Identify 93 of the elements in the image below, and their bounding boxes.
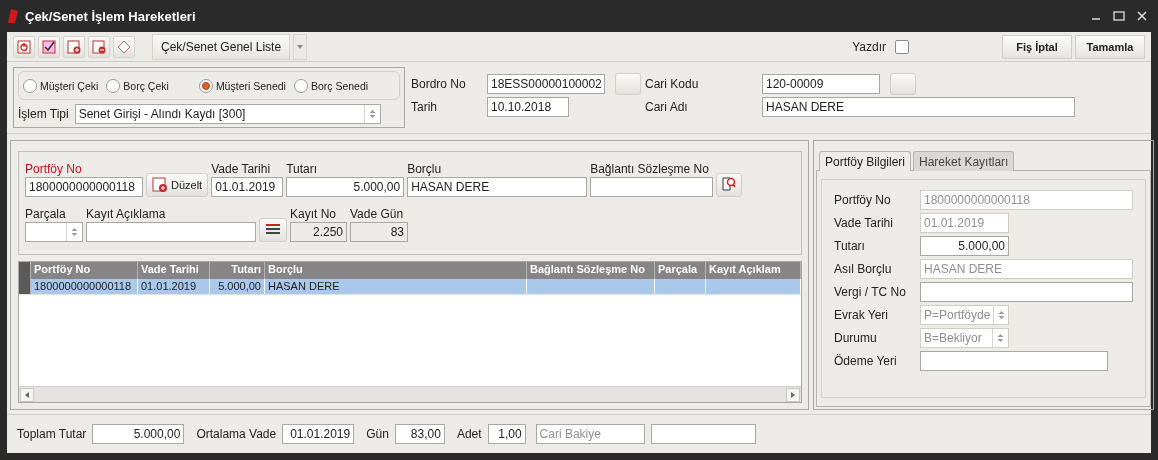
checklist-icon bbox=[42, 39, 56, 54]
radio-option[interactable]: Müşteri Senedi bbox=[198, 78, 286, 93]
radio-option[interactable]: Borç Çeki bbox=[106, 78, 169, 93]
tab[interactable]: Portföy Bilgileri bbox=[819, 151, 912, 171]
text-field[interactable]: 5.000,00 bbox=[92, 424, 185, 444]
tab[interactable]: Hareket Kayıtları bbox=[913, 151, 1015, 171]
field-label: Bordro No bbox=[411, 77, 467, 91]
text-field[interactable] bbox=[920, 351, 1108, 371]
spin-arrows-icon bbox=[997, 333, 1004, 343]
spin-arrows-icon bbox=[71, 227, 78, 237]
table-cell: 01.01.2019 bbox=[138, 279, 210, 294]
add-document-icon bbox=[152, 177, 168, 193]
row-indicator bbox=[19, 262, 31, 279]
field-label: İşlem Tipi bbox=[18, 107, 69, 121]
text-field[interactable]: HASAN DERE bbox=[762, 97, 1075, 117]
print-checkbox[interactable] bbox=[895, 39, 909, 54]
table-cell: HASAN DERE bbox=[265, 279, 527, 294]
text-field[interactable]: 10.10.2018 bbox=[487, 97, 569, 117]
menu-button[interactable] bbox=[259, 218, 287, 242]
field-label: Vergi / TC No bbox=[834, 285, 907, 299]
text-field[interactable]: 5.000,00 bbox=[286, 177, 405, 197]
field-label: Ortalama Vade bbox=[196, 427, 277, 441]
field-label: Portföy No bbox=[834, 193, 892, 207]
field-label: Tarih bbox=[411, 100, 438, 114]
remove-document-icon bbox=[92, 39, 106, 54]
field-label: Parçala bbox=[25, 207, 67, 221]
field-label: Asıl Borçlu bbox=[834, 262, 893, 276]
field-label: Evrak Yeri bbox=[834, 308, 890, 322]
field-label: Toplam Tutar bbox=[17, 427, 87, 441]
remove-button[interactable] bbox=[88, 35, 110, 58]
table-row[interactable]: 1800000000000118 01.01.2019 5.000,00 HASAN DERE bbox=[19, 279, 801, 295]
operation-select[interactable]: Senet Girişi - Alındı Kaydı [300] bbox=[74, 104, 381, 124]
spin-field[interactable] bbox=[25, 222, 83, 242]
text-field[interactable]: 18ESS00000100002 bbox=[487, 74, 605, 94]
field-label: Vade Tarihi bbox=[211, 162, 272, 176]
menu-icon bbox=[265, 222, 281, 235]
list-button[interactable]: Çek/Senet Genel Liste bbox=[152, 33, 291, 60]
close-icon[interactable] bbox=[1137, 11, 1147, 21]
field-label: Gün bbox=[366, 427, 389, 441]
text-field[interactable]: 01.01.2019 bbox=[282, 424, 355, 444]
field-label: Tutarı bbox=[834, 239, 866, 253]
field-label: Cari Kodu bbox=[645, 77, 700, 91]
command-button[interactable]: Tamamla bbox=[1075, 34, 1145, 59]
field-label: Adet bbox=[456, 427, 482, 441]
text-field[interactable] bbox=[590, 177, 714, 197]
readonly-field: 2.250 bbox=[290, 222, 347, 242]
search-button[interactable] bbox=[716, 173, 743, 197]
spin-arrows-icon bbox=[368, 109, 376, 119]
caret-icon bbox=[297, 44, 304, 49]
power-button[interactable] bbox=[13, 35, 35, 58]
field-label: Vade Gün bbox=[350, 207, 405, 221]
field-label: Durumu bbox=[834, 331, 878, 345]
spin-arrows-icon bbox=[997, 310, 1005, 320]
text-field[interactable] bbox=[650, 424, 756, 444]
window-title: Çek/Senet İşlem Hareketleri bbox=[25, 8, 197, 24]
field-label: Bağlantı Sözleşme No bbox=[590, 162, 710, 176]
left-arrow-icon bbox=[25, 392, 29, 398]
text-field[interactable] bbox=[920, 282, 1133, 302]
text-field[interactable]: 1800000000000118 bbox=[25, 177, 143, 197]
radio-option[interactable]: Borç Senedi bbox=[293, 78, 369, 93]
field-label: Portföy No bbox=[25, 162, 83, 176]
text-field[interactable] bbox=[86, 222, 256, 242]
document-search-icon bbox=[721, 175, 738, 192]
text-field[interactable]: 1,00 bbox=[487, 424, 526, 444]
text-field[interactable]: HASAN DERE bbox=[407, 177, 588, 197]
edit-button[interactable]: Düzelt bbox=[146, 173, 209, 197]
logo-icon bbox=[7, 8, 19, 24]
horizontal-scrollbar[interactable] bbox=[19, 386, 801, 402]
command-button[interactable]: Fiş İptal bbox=[1002, 34, 1072, 59]
dropdown-button[interactable] bbox=[293, 33, 308, 60]
power-icon bbox=[17, 39, 31, 54]
field-label: Ödeme Yeri bbox=[834, 354, 898, 368]
text-field[interactable]: 83,00 bbox=[394, 424, 445, 444]
print-label: Yazdır bbox=[852, 39, 886, 54]
field-label: Kayıt No bbox=[290, 207, 338, 221]
approve-button[interactable] bbox=[38, 35, 60, 58]
table-cell: 1800000000000118 bbox=[31, 279, 138, 294]
field-label: Borçlu bbox=[407, 162, 443, 176]
add-document-icon bbox=[67, 39, 81, 54]
add-button[interactable] bbox=[63, 35, 85, 58]
field-label: Tutarı bbox=[286, 162, 319, 176]
field-label: Cari Adı bbox=[645, 100, 689, 114]
field-label: Vade Tarihi bbox=[834, 216, 894, 230]
text-field[interactable]: 120-00009 bbox=[762, 74, 880, 94]
table-cell: 5.000,00 bbox=[210, 279, 265, 294]
text-field[interactable]: 01.01.2019 bbox=[211, 177, 284, 197]
readonly-field: 83 bbox=[350, 222, 408, 242]
text-field[interactable]: 5.000,00 bbox=[920, 236, 1009, 256]
field-label: Kayıt Açıklama bbox=[86, 207, 167, 221]
radio-option[interactable]: Müşteri Çeki bbox=[23, 78, 99, 93]
row-indicator[interactable] bbox=[19, 279, 31, 294]
right-arrow-icon bbox=[791, 392, 795, 398]
maximize-icon[interactable] bbox=[1113, 11, 1125, 21]
